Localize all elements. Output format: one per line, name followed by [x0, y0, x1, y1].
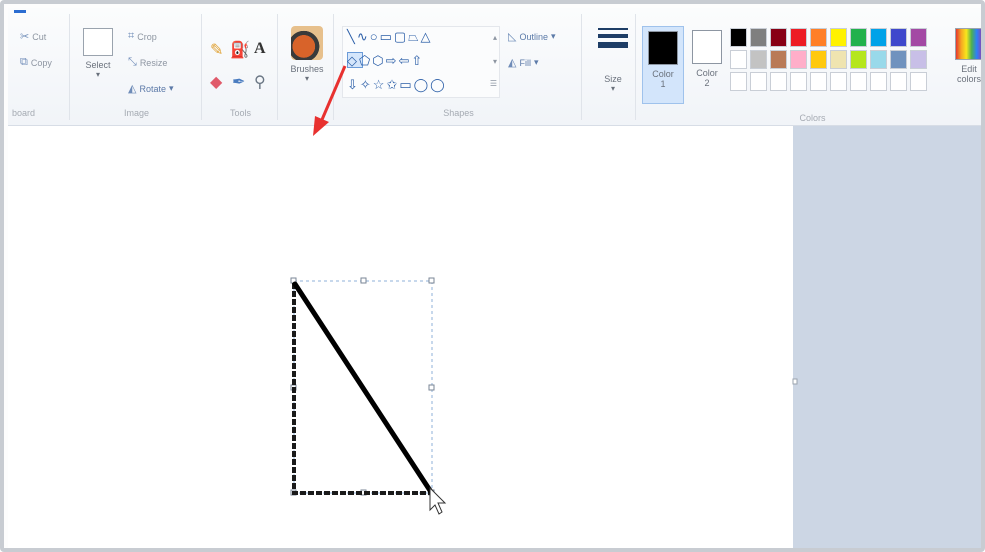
annotation-arrow: [313, 65, 347, 136]
arrow-head: [313, 116, 329, 136]
handle-top-right[interactable]: [428, 277, 435, 284]
arrow-shaft: [319, 65, 347, 123]
canvas-resize-handle[interactable]: [792, 378, 798, 385]
handle-top-middle[interactable]: [360, 277, 367, 284]
triangle-hypotenuse: [292, 281, 434, 495]
handle-middle-right[interactable]: [428, 384, 435, 391]
mouse-cursor-icon: [429, 486, 447, 515]
paint-window: ✂ Cut ⧉ Copy board Select ▾ ⌗ Crop ⤡ Res…: [0, 0, 985, 552]
drawing-layer: [290, 65, 798, 515]
